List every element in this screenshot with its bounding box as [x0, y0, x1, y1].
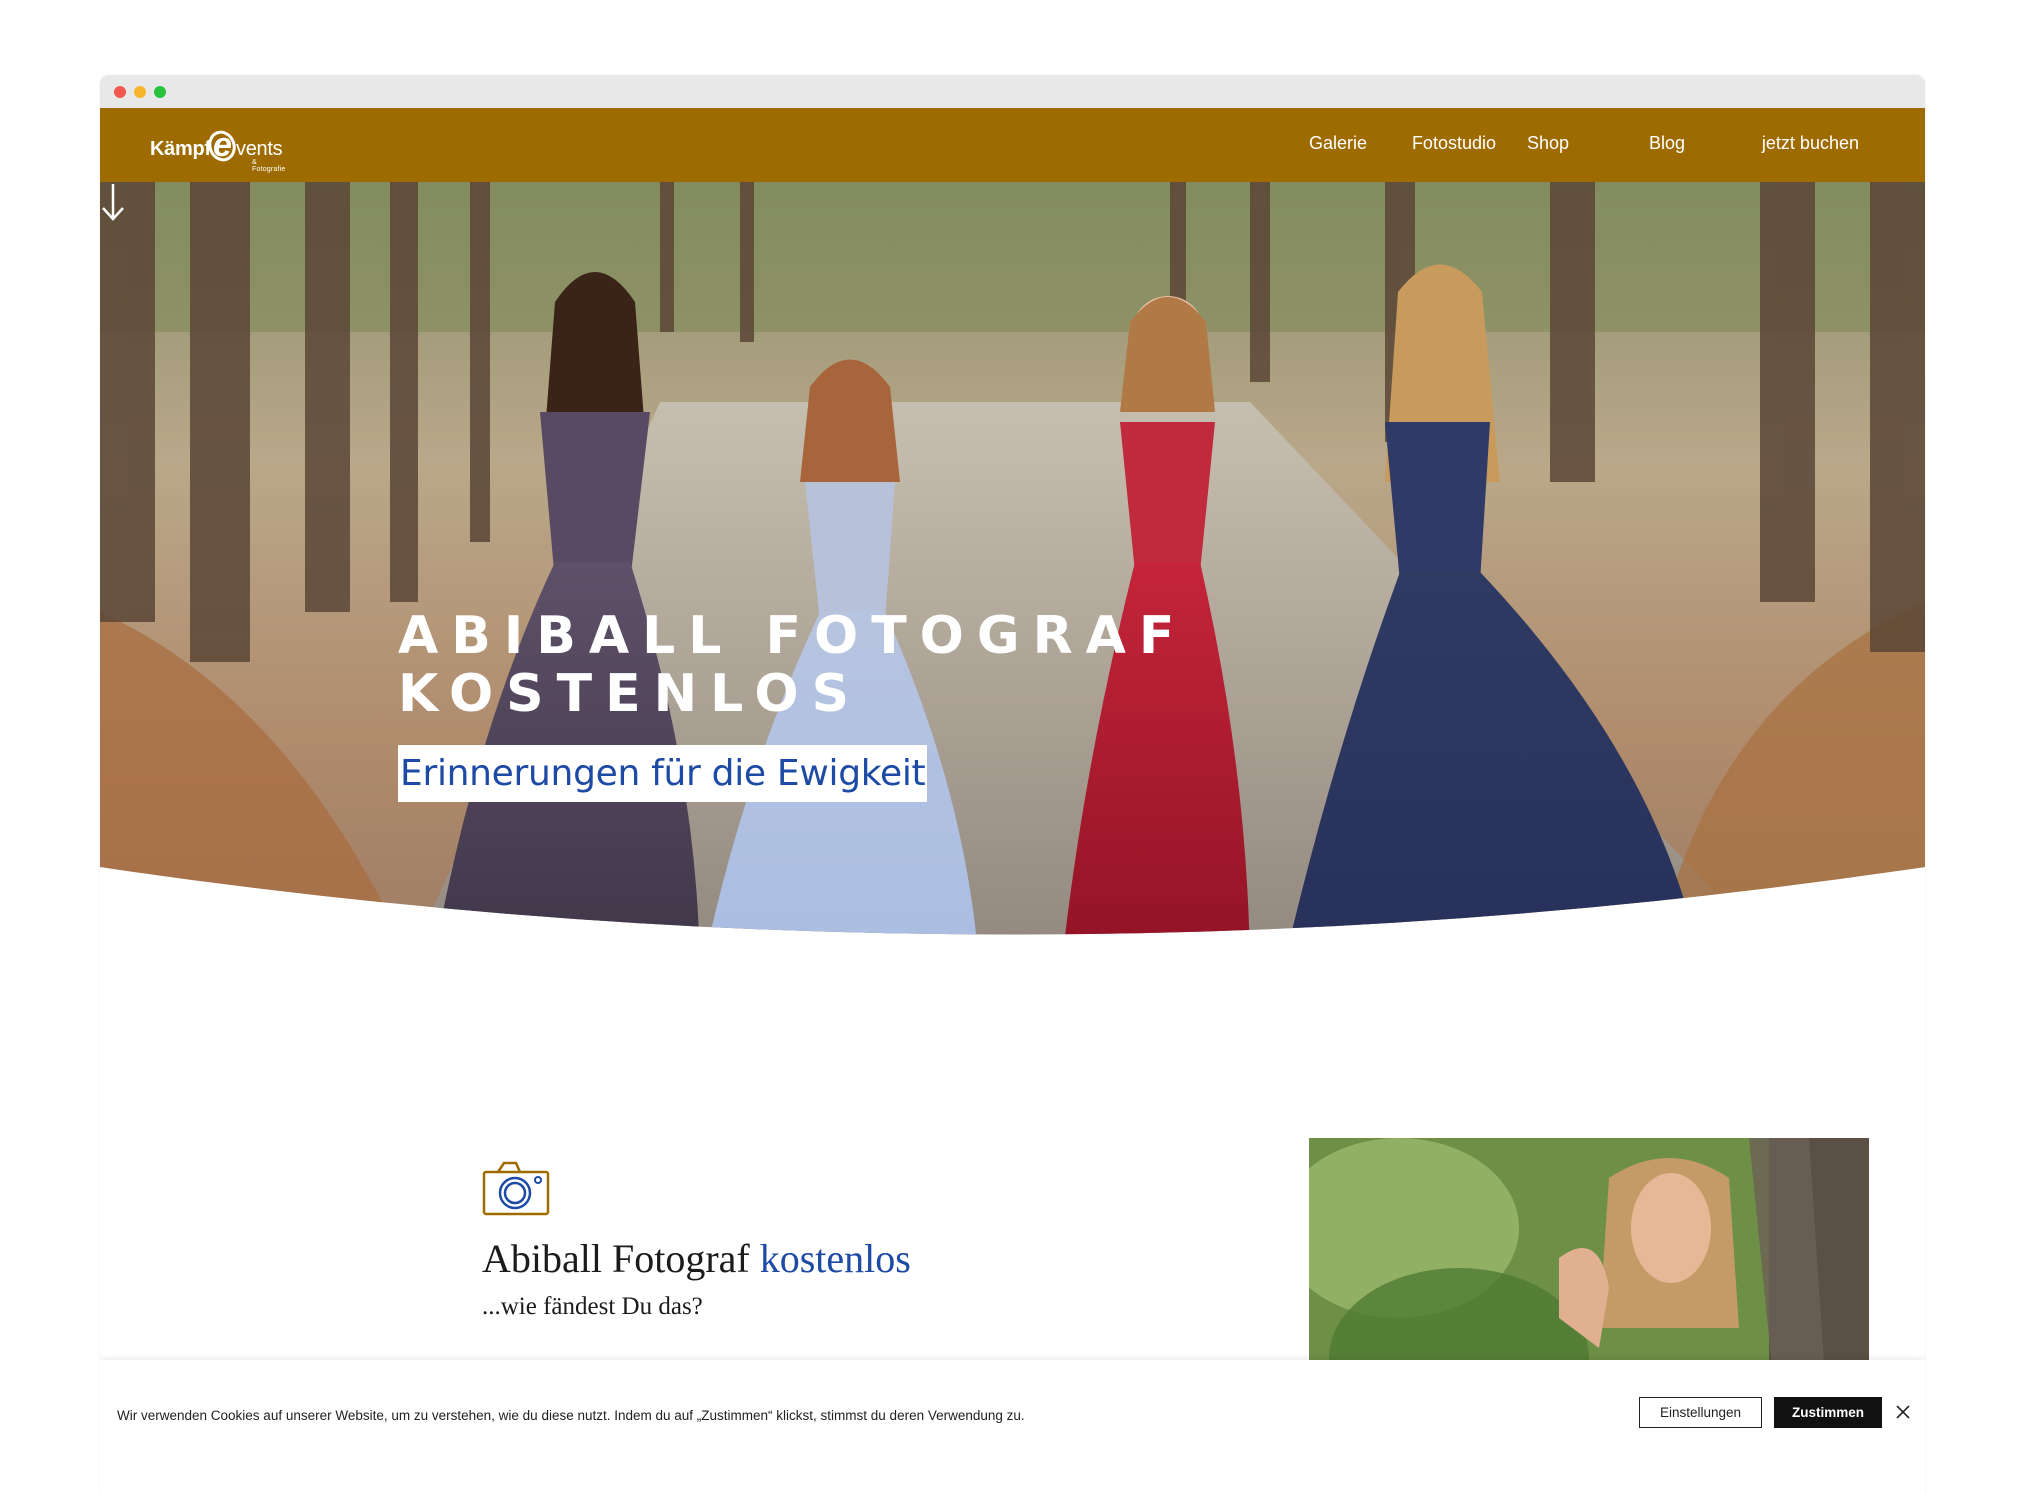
cookie-banner: Wir verwenden Cookies auf unserer Websit… [100, 1360, 1925, 1494]
section-title: Abiball Fotograf kostenlos [482, 1235, 911, 1282]
cookie-text: Wir verwenden Cookies auf unserer Websit… [117, 1408, 1025, 1423]
logo-subtitle: & Fotografie [252, 159, 286, 173]
section-title-main: Abiball Fotograf [482, 1236, 760, 1281]
camera-icon [482, 1161, 550, 1216]
nav-item-jetzt-buchen[interactable]: jetzt buchen [1762, 133, 1859, 154]
cookie-settings-button[interactable]: Einstellungen [1639, 1397, 1762, 1428]
close-window-dot[interactable] [114, 86, 126, 98]
cookie-accept-button[interactable]: Zustimmen [1774, 1397, 1882, 1428]
hero-title-line-2: KOSTENLOS [398, 664, 863, 724]
hero-subtitle: Erinnerungen für die Ewigkeit [398, 745, 928, 802]
hero-title: ABIBALL FOTOGRAF KOSTENLOS [398, 607, 1187, 723]
maximize-window-dot[interactable] [154, 86, 166, 98]
nav-item-galerie[interactable]: Galerie [1309, 133, 1367, 154]
section-subtitle: ...wie fändest Du das? [482, 1293, 703, 1320]
hero-photo [100, 182, 1925, 935]
logo-text-rest: vents [236, 138, 283, 160]
hero-section: ABIBALL FOTOGRAF KOSTENLOS Erinnerungen … [100, 182, 1925, 982]
browser-window: Kämpf e vents & Fotografie Galerie Fotos… [100, 75, 1925, 1494]
nav-item-fotostudio[interactable]: Fotostudio [1412, 133, 1496, 154]
nav-item-blog[interactable]: Blog [1649, 133, 1685, 154]
arrow-down-icon[interactable] [100, 182, 126, 222]
close-icon[interactable] [1896, 1405, 1910, 1419]
hero-title-line-1: ABIBALL FOTOGRAF [398, 606, 1188, 666]
section-title-accent: kostenlos [759, 1236, 911, 1281]
browser-chrome [100, 75, 1925, 109]
nav-item-shop[interactable]: Shop [1527, 133, 1569, 154]
logo-letter-e: e [213, 126, 232, 164]
site-header: Kämpf e vents & Fotografie Galerie Fotos… [100, 108, 1925, 182]
minimize-window-dot[interactable] [134, 86, 146, 98]
logo-text-main: Kämpf [150, 138, 211, 160]
